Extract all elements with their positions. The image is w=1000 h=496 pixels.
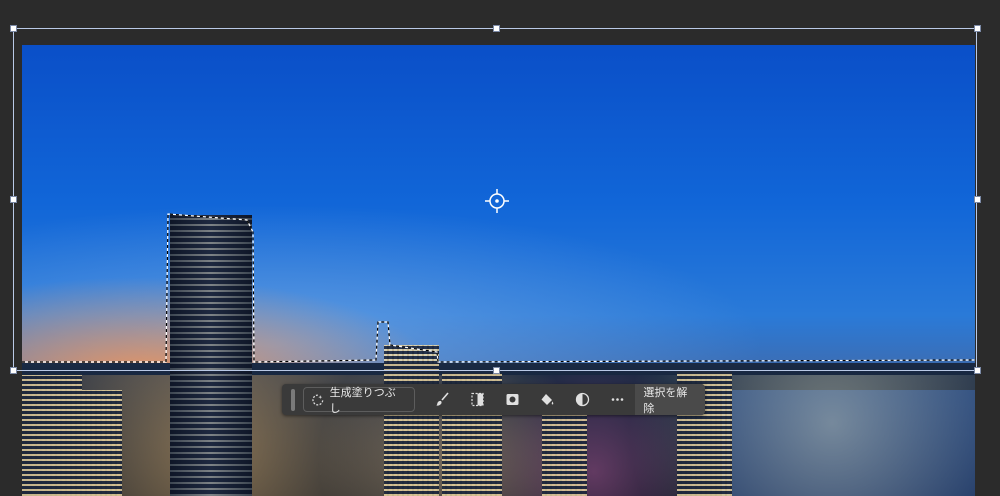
transform-handle-bottom-center[interactable] bbox=[493, 367, 500, 374]
mask-button[interactable] bbox=[495, 384, 530, 415]
transform-handle-middle-left[interactable] bbox=[10, 196, 17, 203]
fill-bucket-icon bbox=[541, 394, 554, 405]
deselect-button[interactable]: 選択を解除 bbox=[635, 384, 706, 415]
transform-handle-bottom-right[interactable] bbox=[974, 367, 981, 374]
transform-handle-bottom-left[interactable] bbox=[10, 367, 17, 374]
generative-fill-label: 生成塗りつぶし bbox=[329, 385, 396, 415]
select-subject-icon bbox=[471, 392, 484, 407]
canvas-area[interactable] bbox=[0, 0, 1000, 496]
more-options-button[interactable] bbox=[600, 384, 635, 415]
building bbox=[22, 375, 82, 496]
contextual-task-bar: 生成塗りつぶし 選択を解除 bbox=[282, 384, 706, 415]
brush-icon bbox=[436, 392, 449, 406]
transform-handle-top-left[interactable] bbox=[10, 25, 17, 32]
building bbox=[542, 405, 587, 496]
select-subject-button[interactable] bbox=[460, 384, 495, 415]
adjustment-icon bbox=[575, 392, 590, 407]
transform-handle-top-center[interactable] bbox=[493, 25, 500, 32]
deselect-label: 選択を解除 bbox=[643, 385, 688, 415]
building bbox=[82, 390, 122, 496]
generative-fill-button[interactable]: 生成塗りつぶし bbox=[302, 386, 415, 415]
transform-handle-top-right[interactable] bbox=[974, 25, 981, 32]
fill-button[interactable] bbox=[530, 384, 565, 415]
brush-tool-button[interactable] bbox=[425, 384, 460, 415]
mask-icon bbox=[506, 394, 519, 405]
generative-fill-icon bbox=[312, 393, 324, 405]
adjustment-button[interactable] bbox=[565, 384, 600, 415]
transform-handle-middle-right[interactable] bbox=[974, 196, 981, 203]
reference-point-crosshair-icon[interactable] bbox=[485, 189, 509, 213]
taskbar-drag-handle[interactable] bbox=[291, 388, 295, 411]
more-icon bbox=[611, 398, 624, 401]
